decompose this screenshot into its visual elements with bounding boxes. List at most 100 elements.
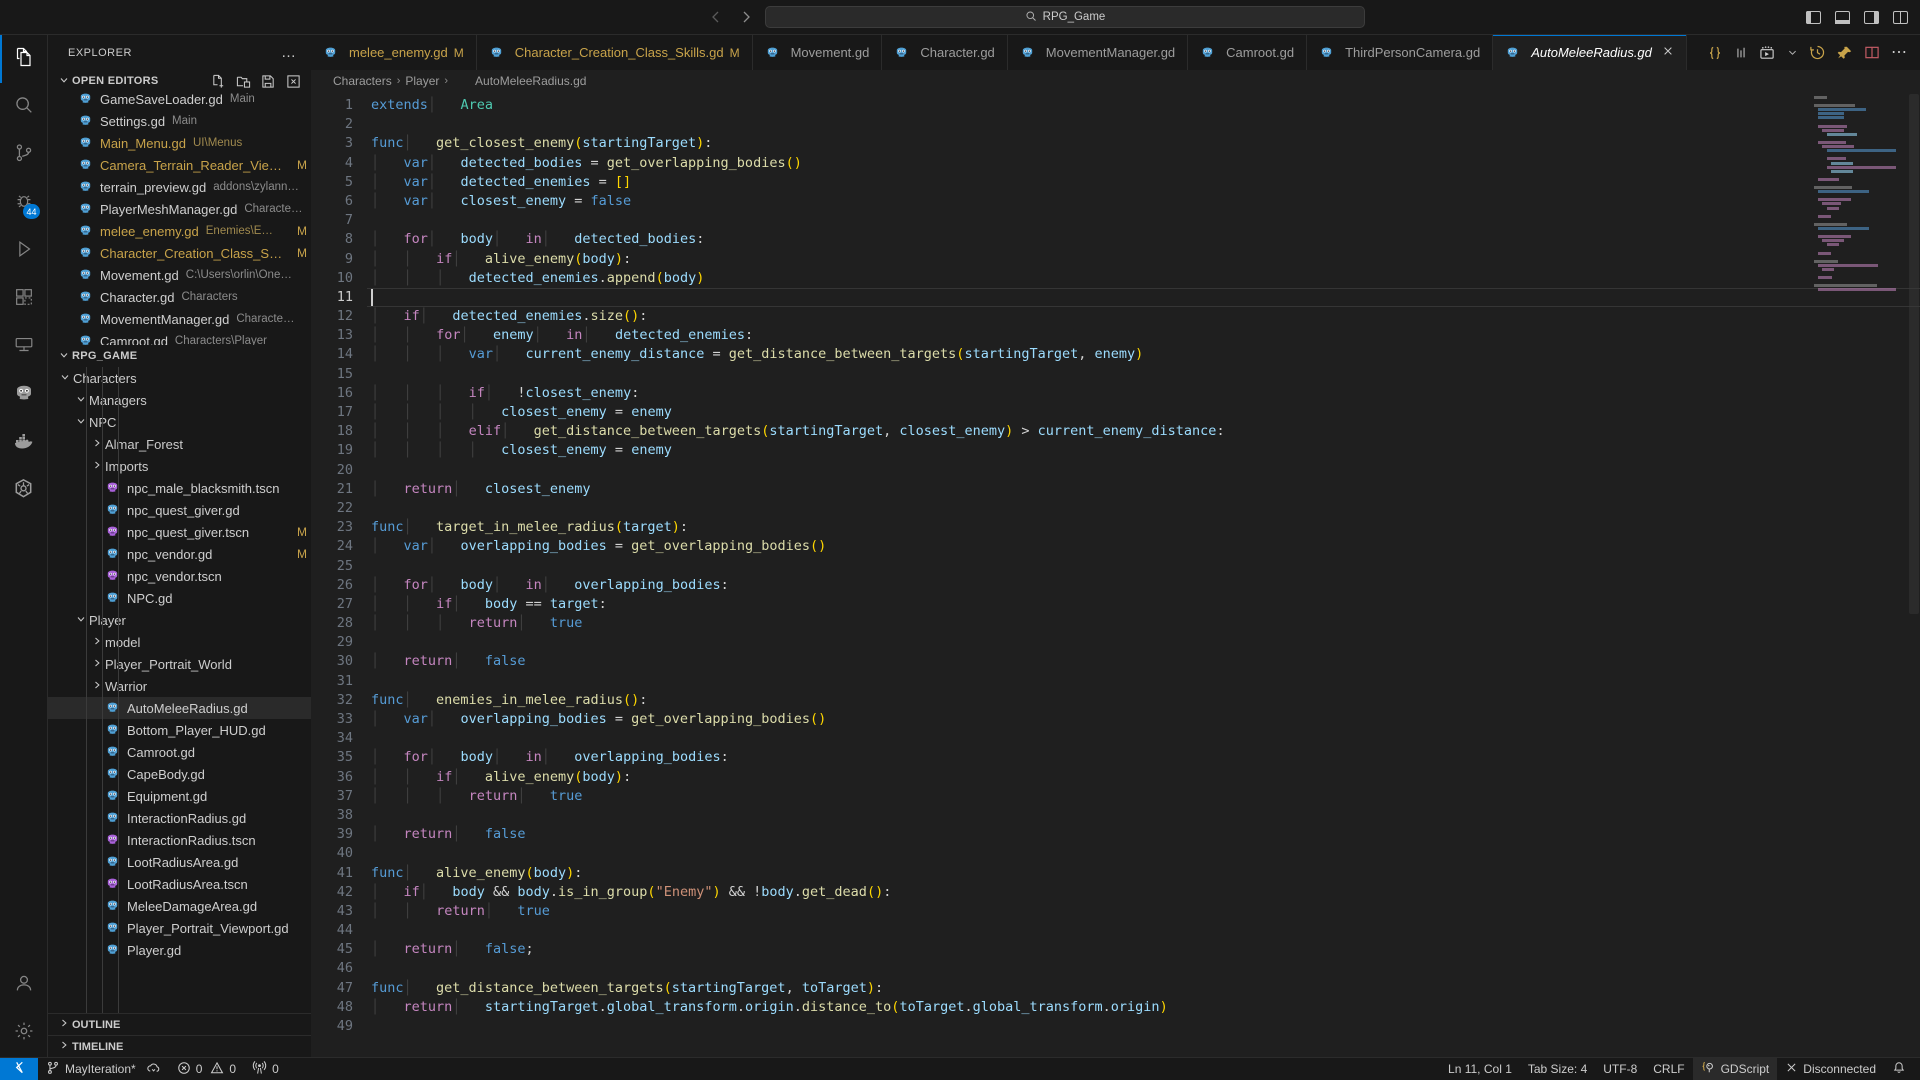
editor-tab[interactable]: Movement.gd [752, 35, 883, 70]
tree-file[interactable]: MeleeDamageArea.gd [48, 895, 311, 917]
code-line[interactable] [367, 921, 1920, 940]
code-line[interactable]: │ │ │ if│ !closest_enemy: [367, 384, 1920, 403]
open-editor-item[interactable]: Settings.gd Main [48, 110, 311, 132]
tree-file[interactable]: Bottom_Player_HUD.gd [48, 719, 311, 741]
open-editors-list[interactable]: GameSaveLoader.gd Main Settings.gd Main Main… [48, 92, 311, 345]
tree-file[interactable]: npc_quest_giver.gd [48, 499, 311, 521]
editor-tab[interactable]: Character.gd [882, 35, 1008, 70]
tree-folder[interactable]: Imports [48, 455, 311, 477]
code-line[interactable]: │ │ │ elif│ get_distance_between_targets… [367, 422, 1920, 441]
tree-file[interactable]: AutoMeleeRadius.gd [48, 697, 311, 719]
tree-folder[interactable]: NPC [48, 411, 311, 433]
code-line[interactable]: │ return│ false [367, 652, 1920, 671]
tree-file[interactable]: Player.gd [48, 939, 311, 961]
tree-file[interactable]: InteractionRadius.tscn [48, 829, 311, 851]
code-line[interactable]: func│ alive_enemy(body): [367, 864, 1920, 883]
tree-file[interactable]: npc_vendor.gd M [48, 543, 311, 565]
activity-item-accounts[interactable] [0, 961, 48, 1009]
open-editor-item[interactable]: Camera_Terrain_Reader_Vie… M [48, 154, 311, 176]
folder-tree-header[interactable]: RPG_GAME [48, 345, 311, 367]
breadcrumb-item-1[interactable]: Player [405, 74, 439, 88]
breadcrumb-item-2[interactable]: AutoMeleeRadius.gd [475, 74, 586, 88]
code-line[interactable] [367, 365, 1920, 384]
toggle-secondary-sidebar-icon[interactable] [1864, 10, 1879, 24]
tree-folder[interactable]: Characters [48, 367, 311, 389]
editor-tab[interactable]: MovementManager.gd [1007, 35, 1189, 70]
outline-panel-header[interactable]: OUTLINE [48, 1013, 311, 1035]
new-file-icon[interactable] [210, 73, 226, 89]
tree-file[interactable]: NPC.gd [48, 587, 311, 609]
toggle-primary-sidebar-icon[interactable] [1806, 10, 1821, 24]
activity-item-explorer[interactable] [0, 35, 48, 83]
remote-window-indicator[interactable] [0, 1057, 38, 1080]
code-line[interactable]: │ var│ detected_bodies = get_overlapping… [367, 154, 1920, 173]
status-encoding[interactable]: UTF-8 [1595, 1058, 1645, 1080]
activity-item-settings[interactable] [0, 1009, 48, 1057]
code-line[interactable] [367, 557, 1920, 576]
code-line[interactable]: │ var│ detected_enemies = [] [367, 173, 1920, 192]
tree-folder[interactable]: Player [48, 609, 311, 631]
editor-tab[interactable]: Camroot.gd [1188, 35, 1308, 70]
breadcrumb[interactable]: Characters › Player › AutoMeleeRadius.gd [311, 70, 1920, 92]
arrow-left-icon[interactable] [705, 6, 727, 28]
status-notifications[interactable] [1884, 1058, 1920, 1080]
open-editor-item[interactable]: PlayerMeshManager.gd Characte… [48, 198, 311, 220]
editor-tab[interactable]: AutoMeleeRadius.gd [1493, 35, 1687, 70]
status-ports[interactable]: 0 [244, 1058, 287, 1080]
code-line[interactable]: extends│ Area [367, 96, 1920, 115]
code-line[interactable] [367, 806, 1920, 825]
code-content[interactable]: extends│ Area func│ get_closest_enemy(sta… [367, 92, 1920, 1057]
file-tree[interactable]: Characters ManagersNPC Almar_Forest Imports… [48, 367, 311, 1013]
status-cursor-position[interactable]: Ln 11, Col 1 [1440, 1058, 1520, 1080]
open-editor-item[interactable]: terrain_preview.gd addons\zylann… [48, 176, 311, 198]
code-line[interactable]: func│ get_closest_enemy(startingTarget): [367, 134, 1920, 153]
tree-file[interactable]: npc_vendor.tscn [48, 565, 311, 587]
code-line[interactable]: │ │ if│ alive_enemy(body): [367, 250, 1920, 269]
open-editor-item[interactable]: Camroot.gd Characters\Player [48, 330, 311, 345]
chevron-down-icon[interactable] [1787, 47, 1798, 58]
tree-file[interactable]: Camroot.gd [48, 741, 311, 763]
new-folder-icon[interactable] [235, 73, 251, 89]
code-line[interactable]: │ for│ body│ in│ detected_bodies: [367, 230, 1920, 249]
status-eol[interactable]: CRLF [1645, 1058, 1692, 1080]
sync-cloud-icon[interactable] [146, 1061, 161, 1078]
tree-file[interactable]: LootRadiusArea.tscn [48, 873, 311, 895]
close-icon[interactable] [1662, 45, 1674, 60]
open-editors-header[interactable]: OPEN EDITORS [48, 70, 311, 92]
code-line[interactable]: │ │ │ detected_enemies.append(body) [367, 269, 1920, 288]
more-actions-icon[interactable]: ⋯ [1891, 44, 1908, 60]
tree-file[interactable]: npc_quest_giver.tscn M [48, 521, 311, 543]
code-line[interactable]: │ │ if│ body == target: [367, 595, 1920, 614]
code-line[interactable]: │ return│ closest_enemy [367, 480, 1920, 499]
code-line[interactable] [367, 633, 1920, 652]
activity-item-kubernetes[interactable] [0, 467, 48, 515]
code-line[interactable]: │ │ if│ alive_enemy(body): [367, 768, 1920, 787]
activity-item-run-alt[interactable] [0, 227, 48, 275]
tree-file[interactable]: CapeBody.gd [48, 763, 311, 785]
editor-tab[interactable]: Character_Creation_Class_Skills.gd M [476, 35, 753, 70]
code-line[interactable] [367, 844, 1920, 863]
code-line[interactable]: │ return│ false [367, 825, 1920, 844]
command-center-search[interactable]: RPG_Game [765, 6, 1365, 28]
activity-item-search[interactable] [0, 83, 48, 131]
editor-tab[interactable]: melee_enemy.gd M [311, 35, 477, 70]
scrollbar-thumb[interactable] [1909, 94, 1919, 614]
format-braces-icon[interactable] [1707, 45, 1723, 61]
status-connection[interactable]: Disconnected [1777, 1058, 1884, 1080]
code-line[interactable]: func│ get_distance_between_targets(start… [367, 979, 1920, 998]
split-editor-icon[interactable] [1864, 45, 1880, 60]
code-line[interactable]: │ if│ body && body.is_in_group("Enemy") … [367, 883, 1920, 902]
timeline-panel-header[interactable]: TIMELINE [48, 1035, 311, 1057]
activity-item-run-and-debug[interactable]: 44 [0, 179, 48, 227]
explorer-more-actions[interactable]: … [281, 44, 297, 61]
pin-icon[interactable] [1837, 45, 1853, 61]
open-editor-item[interactable]: melee_enemy.gd Enemies\E… M [48, 220, 311, 242]
code-line[interactable] [367, 115, 1920, 134]
tree-file[interactable]: InteractionRadius.gd [48, 807, 311, 829]
tree-folder[interactable]: Warrior [48, 675, 311, 697]
code-line[interactable]: │ │ for│ enemy│ in│ detected_enemies: [367, 326, 1920, 345]
code-line[interactable]: │ return│ startingTarget.global_transfor… [367, 998, 1920, 1017]
open-editor-item[interactable]: Main_Menu.gd UI\Menus [48, 132, 311, 154]
save-all-icon[interactable] [260, 73, 276, 89]
code-line[interactable]: │ │ │ return│ true [367, 787, 1920, 806]
